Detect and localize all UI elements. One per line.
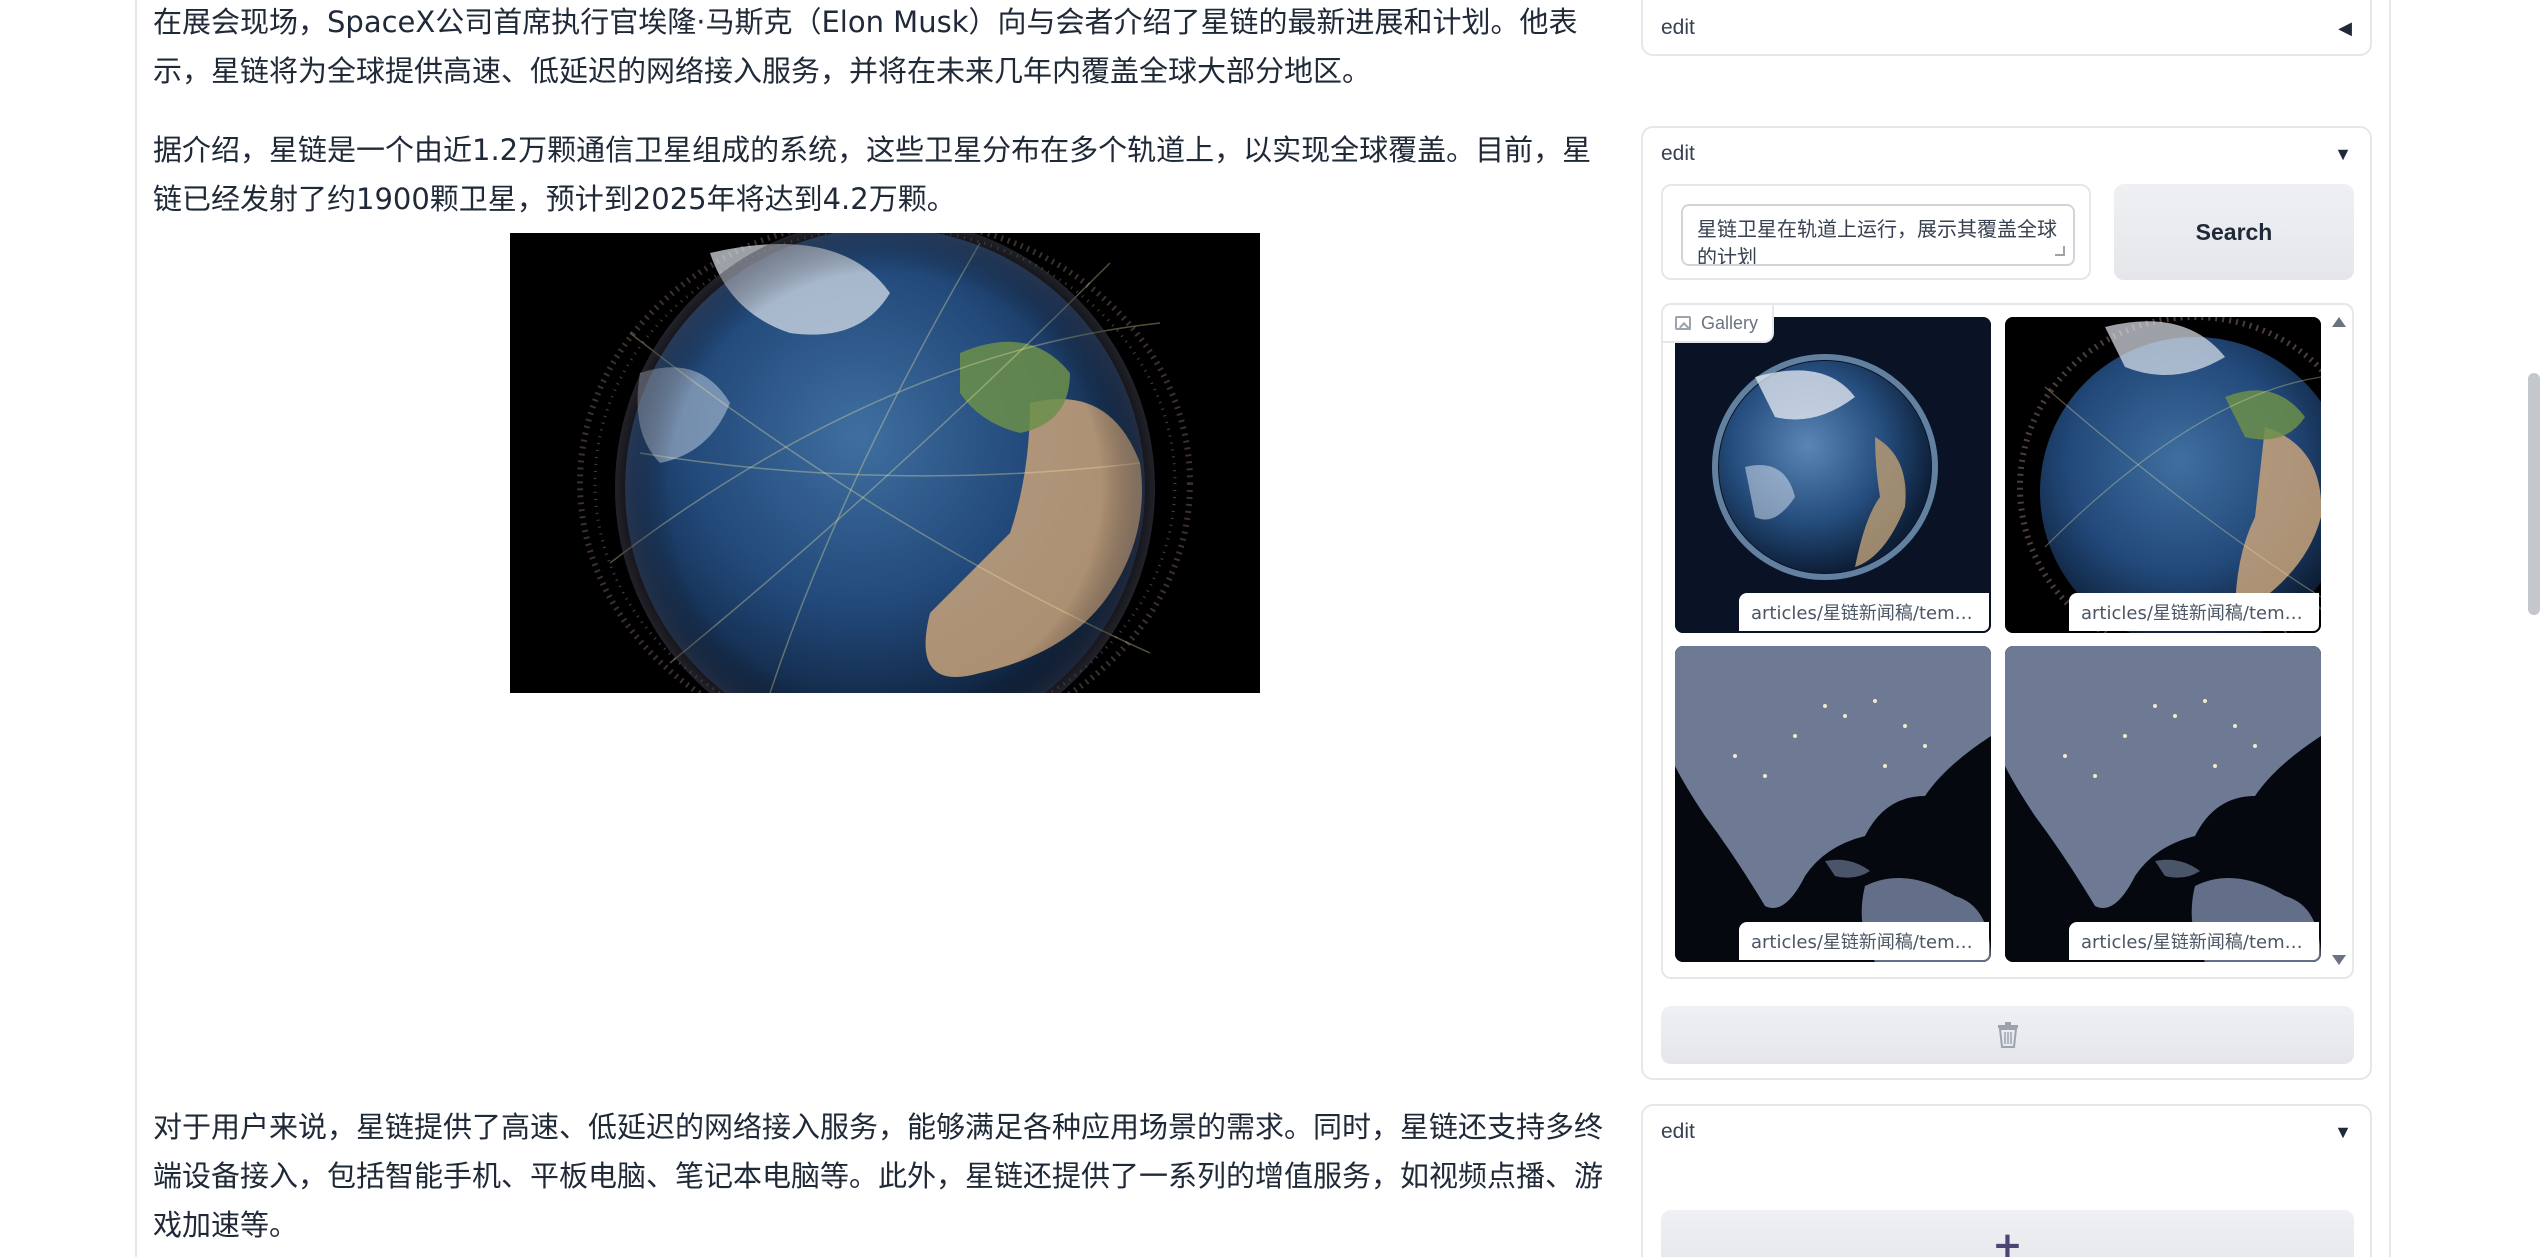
thumbnail-caption: articles/星链新闻稿/temp_... [2069, 593, 2319, 631]
edit-panel-header[interactable]: edit ◀ [1661, 2, 2352, 54]
edit-panel-label: edit [1661, 142, 1695, 165]
edit-panel-label: edit [1661, 16, 1695, 39]
edit-panel-collapsed: edit ◀ [1641, 0, 2372, 56]
collapse-toggle-icon[interactable]: ▼ [2334, 1122, 2352, 1143]
gallery-thumbnail[interactable]: articles/星链新闻稿/temp_... [1675, 646, 1991, 962]
thumbnail-caption: articles/星链新闻稿/temp_... [1739, 922, 1989, 960]
query-container: 星链卫星在轨道上运行，展示其覆盖全球的计划 [1661, 184, 2091, 280]
edit-panel-label: edit [1661, 1120, 1695, 1143]
thumbnail-caption: articles/星链新闻稿/temp_... [2069, 922, 2319, 960]
add-button[interactable]: + [1661, 1210, 2354, 1257]
edit-panel-image-search: edit ▼ 星链卫星在轨道上运行，展示其覆盖全球的计划 Search Gall… [1641, 126, 2372, 1080]
gallery-thumbnail[interactable]: articles/星链新闻稿/temp_... [2005, 646, 2321, 962]
starlink-globe-image [510, 233, 1260, 693]
image-query-textarea[interactable]: 星链卫星在轨道上运行，展示其覆盖全球的计划 [1681, 204, 2075, 266]
gallery-thumbnail[interactable]: articles/星链新闻稿/temp_... [1675, 317, 1991, 633]
image-gallery: Gallery articles/星链新闻稿/temp_... articles… [1661, 303, 2354, 979]
thumbnail-caption: articles/星链新闻稿/temp_... [1739, 593, 1989, 631]
collapse-toggle-icon[interactable]: ◀ [2338, 18, 2352, 39]
article-paragraph: 据介绍，星链是一个由近1.2万颗通信卫星组成的系统，这些卫星分布在多个轨道上，以… [153, 133, 1592, 216]
edit-panel-header[interactable]: edit ▼ [1661, 1106, 2352, 1158]
clear-gallery-button[interactable] [1661, 1006, 2354, 1064]
resize-handle-icon[interactable] [2055, 246, 2065, 256]
search-button[interactable]: Search [2114, 184, 2354, 280]
gallery-scroll-down-icon[interactable] [2332, 955, 2346, 965]
edit-panel-header[interactable]: edit ▼ [1661, 128, 2352, 180]
trash-icon [1997, 1022, 2018, 1048]
gallery-label-text: Gallery [1701, 312, 1759, 333]
gallery-thumbnail[interactable]: articles/星链新闻稿/temp_... [2005, 317, 2321, 633]
gallery-label: Gallery [1663, 305, 1775, 343]
image-icon [1675, 316, 1691, 330]
collapse-toggle-icon[interactable]: ▼ [2334, 144, 2352, 165]
plus-icon: + [1992, 1224, 2023, 1257]
gallery-scroll-up-icon[interactable] [2332, 317, 2346, 327]
window-scrollbar[interactable] [2528, 373, 2540, 615]
article-paragraph: 在展会现场，SpaceX公司首席执行官埃隆·马斯克（Elon Musk）向与会者… [153, 5, 1578, 88]
article: 在展会现场，SpaceX公司首席执行官埃隆·马斯克（Elon Musk）向与会者… [153, 0, 1605, 1257]
article-paragraph: 对于用户来说，星链提供了高速、低延迟的网络接入服务，能够满足各种应用场景的需求。… [153, 1110, 1604, 1242]
edit-panel-add: edit ▼ + [1641, 1104, 2372, 1257]
